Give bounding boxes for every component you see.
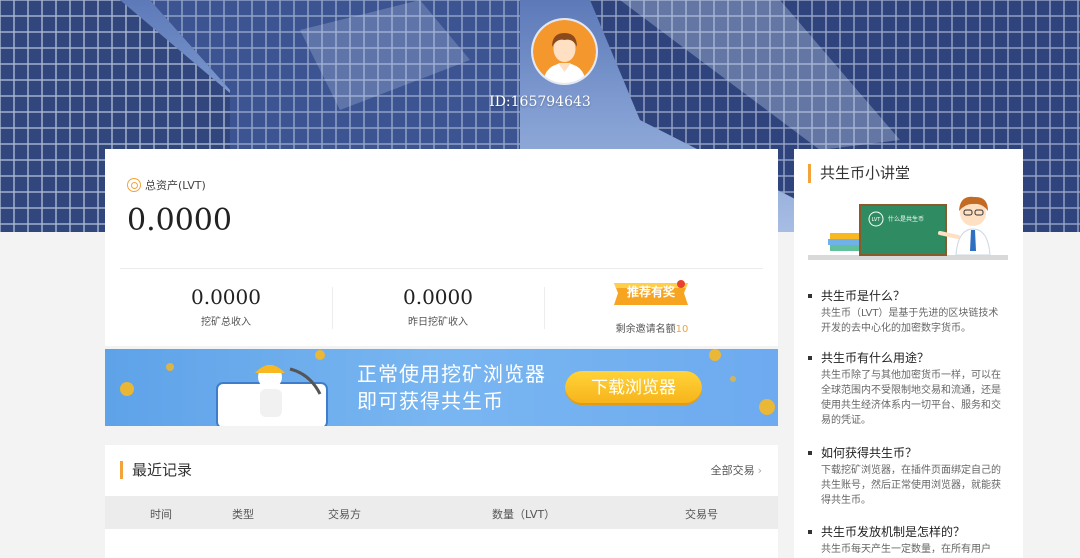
invite-quota: 剩余邀请名额10 — [615, 324, 689, 335]
all-transactions-link[interactable]: 全部交易 › — [711, 462, 762, 478]
avatar-icon — [533, 20, 596, 83]
download-banner[interactable]: 正常使用挖矿浏览器 即可获得共生币 下载浏览器 — [105, 349, 778, 426]
total-asset-label: 总资产(LVT) — [127, 177, 206, 193]
mining-total-stat: 0.0000 挖矿总收入 — [191, 285, 261, 328]
board-text: 什么是共生币 — [888, 215, 924, 223]
asset-card: 总资产(LVT) 0.0000 0.0000 挖矿总收入 0.0000 昨日挖矿… — [105, 149, 778, 346]
total-asset-value: 0.0000 — [127, 203, 232, 238]
avatar[interactable] — [533, 20, 596, 83]
column-header: 交易号 — [685, 508, 718, 521]
faq-item[interactable]: 共生币是什么？ 共生币（LVT）是基于先进的区块链技术开发的去中心化的加密数字货… — [808, 287, 1008, 336]
faq-item[interactable]: 如何获得共生币？ 下载挖矿浏览器，在插件页面绑定自己的共生账号，然后正常使用浏览… — [808, 444, 1008, 508]
download-browser-button[interactable]: 下载浏览器 — [565, 371, 702, 405]
coin-icon — [127, 178, 141, 192]
lecture-sidebar: 共生币小讲堂 LVT 什么是共生币 共生币是什么？ 共生币（LVT）是基于先进的… — [794, 149, 1023, 558]
recommend-label[interactable]: 推荐有奖 — [610, 283, 692, 300]
banner-text: 正常使用挖矿浏览器 即可获得共生币 — [357, 362, 546, 413]
column-header: 数量（LVT） — [492, 508, 556, 521]
faq-item[interactable]: 共生币有什么用途？ 共生币除了与其他加密货币一样，可以在全球范围内不受限制地交易… — [808, 349, 1008, 428]
column-header: 时间 — [150, 508, 172, 521]
records-title: 最近记录 — [120, 461, 192, 479]
svg-text:LVT: LVT — [872, 217, 882, 223]
sidebar-title: 共生币小讲堂 — [808, 164, 910, 183]
chevron-right-icon: › — [757, 464, 762, 477]
user-id: ID:165794643 — [489, 94, 591, 110]
recent-records-card: 最近记录 全部交易 › 时间 类型 交易方 数量（LVT） 交易号 — [105, 445, 778, 558]
divider — [544, 287, 545, 329]
mining-yesterday-stat: 0.0000 昨日挖矿收入 — [403, 285, 473, 328]
divider — [120, 268, 763, 269]
faq-item[interactable]: 共生币发放机制是怎样的？ 共生币每天产生一定数量，在所有用户 — [808, 523, 1008, 557]
table-header: 时间 类型 交易方 数量（LVT） 交易号 — [105, 496, 778, 529]
column-header: 交易方 — [328, 508, 361, 521]
column-header: 类型 — [232, 508, 254, 521]
lecture-illustration: LVT 什么是共生币 — [808, 196, 1008, 260]
